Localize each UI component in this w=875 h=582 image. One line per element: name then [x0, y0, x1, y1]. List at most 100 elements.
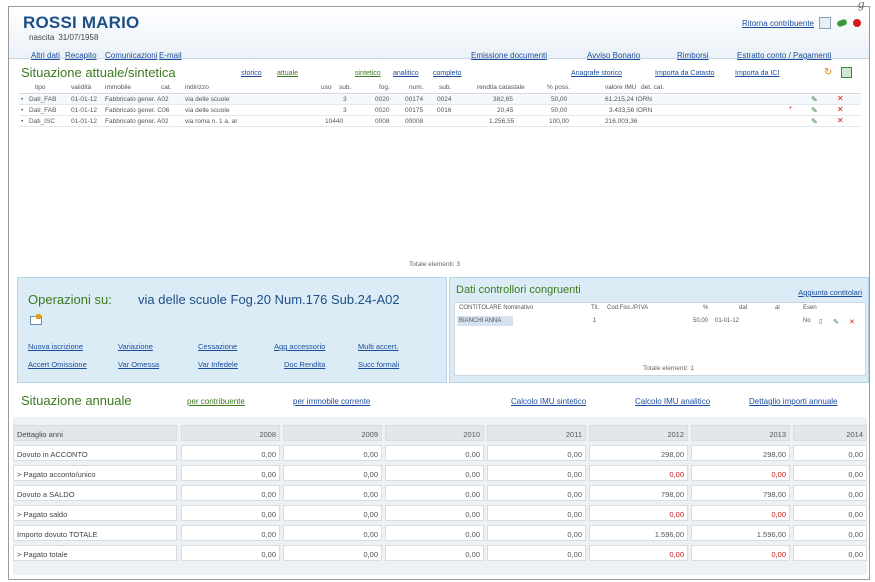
close-dot-icon[interactable] — [853, 19, 861, 27]
link-var-infedele[interactable]: Var Infedele — [198, 360, 238, 369]
row-marker: • — [21, 118, 24, 125]
birth-info: nascita 31/07/1958 — [25, 33, 98, 42]
edit-icon[interactable]: ✎ — [833, 318, 839, 326]
note-icon[interactable] — [30, 314, 42, 325]
link-comunicazioni[interactable]: Comunicazioni — [105, 51, 157, 60]
tab-attuale[interactable]: attuale — [277, 70, 298, 77]
col-immobile: immobile — [105, 84, 132, 91]
cell-possesso: 100,00 — [549, 118, 569, 125]
annual-row-label: Dovuto in ACCONTO — [13, 445, 177, 461]
annual-value-cell: 0,00 — [487, 445, 586, 461]
cell-num: 00174 — [405, 96, 424, 103]
col-dal: dal — [739, 305, 748, 311]
year-header: 2008 — [181, 425, 280, 441]
link-altri-dati[interactable]: Altri dati — [31, 51, 60, 60]
link-importa-catasto[interactable]: Importa da Catasto — [655, 70, 715, 77]
cell-valore: 61.215,24 IORN — [605, 96, 652, 103]
link-nuova-iscrizione[interactable]: Nuova iscrizione — [28, 342, 83, 351]
table-row[interactable]: • Dati_FAB 01-01-12 Fabbricato gener. C0… — [19, 105, 861, 116]
link-succ-formali[interactable]: Succ formali — [358, 360, 399, 369]
link-rimborsi[interactable]: Rimborsi — [677, 51, 709, 60]
annual-value-cell: 0,00 — [793, 505, 867, 521]
section-title-annuale: Situazione annuale — [21, 393, 132, 408]
annual-value-cell: 0,00 — [589, 465, 688, 481]
cell-valore: 216.003,36 — [605, 118, 638, 125]
link-email[interactable]: E-mail — [159, 51, 182, 60]
delete-icon[interactable]: ✕ — [837, 94, 844, 103]
refresh-icon[interactable] — [836, 17, 848, 29]
situazione-total: Totale elementi: 3 — [409, 261, 460, 268]
controllori-total: Totale elementi: 1 — [643, 365, 694, 372]
col-det-cat: det. cat. — [641, 84, 665, 91]
tab-storico[interactable]: storico — [241, 70, 262, 77]
link-dettaglio-importi[interactable]: Dettaglio importi annuale — [749, 397, 838, 406]
link-multi-accert[interactable]: Multi accert. — [358, 342, 398, 351]
doc-icon[interactable]: ▯ — [819, 318, 822, 325]
link-emissione-documenti[interactable]: Emissione documenti — [471, 51, 547, 60]
edit-icon[interactable]: ✎ — [811, 106, 818, 115]
situazione-annuale: Situazione annuale per contribuente per … — [9, 389, 869, 579]
annual-value-cell: 0,00 — [487, 525, 586, 541]
tab-completo[interactable]: completo — [433, 70, 461, 77]
annual-value-cell: 0,00 — [487, 465, 586, 481]
link-doc-rendita[interactable]: Doc Rendita — [284, 360, 325, 369]
annual-value-cell: 0,00 — [181, 485, 280, 501]
link-estratto-conto[interactable]: Estratto conto / Pagamenti — [737, 51, 831, 60]
situazione-table-header: tipo validità immobile cat. indirizzo us… — [19, 83, 861, 94]
cell-num: 00175 — [405, 107, 424, 114]
link-cessazione[interactable]: Cessazione — [198, 342, 237, 351]
cell-immobile: Fabbricato gener. A02 — [105, 118, 169, 125]
link-importa-ici[interactable]: Importa da ICI — [735, 70, 779, 77]
document-icon[interactable] — [819, 17, 831, 29]
cell-possesso: 50,00 — [551, 107, 568, 114]
col-sub: sub. — [339, 84, 352, 91]
row-marker: • — [21, 107, 24, 114]
annual-value-cell: 0,00 — [487, 505, 586, 521]
annual-row-label: > Pagato acconto/unico — [13, 465, 177, 481]
cell-validita: 01-01-12 — [71, 107, 98, 114]
delete-icon[interactable]: ✕ — [837, 105, 844, 114]
delete-icon[interactable]: ✕ — [849, 318, 855, 326]
link-recapito[interactable]: Recapito — [65, 51, 97, 60]
tab-analitico[interactable]: analitico — [393, 70, 419, 77]
col-rendita: rendita catastale — [477, 84, 525, 91]
link-var-omessa[interactable]: Var Omessa — [118, 360, 159, 369]
delete-icon[interactable]: ✕ — [837, 116, 844, 125]
cell-sub2: 0024 — [437, 96, 452, 103]
link-anagrafe-storico[interactable]: Anagrafe storico — [571, 70, 622, 77]
col-esen: Esen — [803, 305, 817, 311]
link-per-immobile[interactable]: per immobile corrente — [293, 397, 370, 406]
table-row[interactable]: • Dati_ISC 01-01-12 Fabbricato gener. A0… — [19, 116, 861, 127]
annual-value-cell: 0,00 — [283, 485, 382, 501]
link-variazione[interactable]: Variazione — [118, 342, 153, 351]
cell-fog: 0020 — [375, 107, 390, 114]
refresh-icon[interactable]: ↻ — [824, 67, 832, 78]
annual-value-cell: 0,00 — [283, 505, 382, 521]
cell-tipo: Dati_FAB — [29, 96, 57, 103]
table-row[interactable]: • Dati_FAB 01-01-12 Fabbricato gener. A0… — [19, 94, 861, 105]
edit-icon[interactable]: ✎ — [811, 95, 818, 104]
edit-icon[interactable]: ✎ — [811, 117, 818, 126]
operazioni-subject: via delle scuole Fog.20 Num.176 Sub.24-A… — [138, 292, 400, 307]
excel-icon[interactable] — [841, 67, 852, 78]
annual-value-cell: 0,00 — [793, 445, 867, 461]
annual-value-cell: 298,00 — [589, 445, 688, 461]
link-accert-omissione[interactable]: Accert Omissione — [28, 360, 87, 369]
corner-mark: g — [858, 0, 865, 11]
controllori-panel: Dati controllori congruenti Aggiunta con… — [449, 277, 869, 383]
annual-value-cell: 0,00 — [589, 545, 688, 561]
year-header: 2012 — [589, 425, 688, 441]
cell-rendita: 1.256,55 — [489, 118, 515, 125]
cell-indirizzo: via roma n. 1 a, ar — [185, 118, 238, 125]
link-calcolo-sintetico[interactable]: Calcolo IMU sintetico — [511, 397, 586, 406]
link-avviso-bonario[interactable]: Avviso Bonario — [587, 51, 640, 60]
annual-value-cell: 0,00 — [691, 505, 790, 521]
annual-value-cell: 0,00 — [181, 505, 280, 521]
link-calcolo-analitico[interactable]: Calcolo IMU analitico — [635, 397, 710, 406]
history-link[interactable]: Ritorna contribuente — [742, 19, 814, 28]
tab-sintetico[interactable]: sintetico — [355, 70, 381, 77]
add-contitolari-link[interactable]: Aggiunta contitolari — [798, 288, 862, 297]
link-agg-accessorio[interactable]: Agg accessorio — [274, 342, 325, 351]
cell-indirizzo: via delle scuole — [185, 96, 230, 103]
link-per-contribuente[interactable]: per contribuente — [187, 397, 245, 406]
